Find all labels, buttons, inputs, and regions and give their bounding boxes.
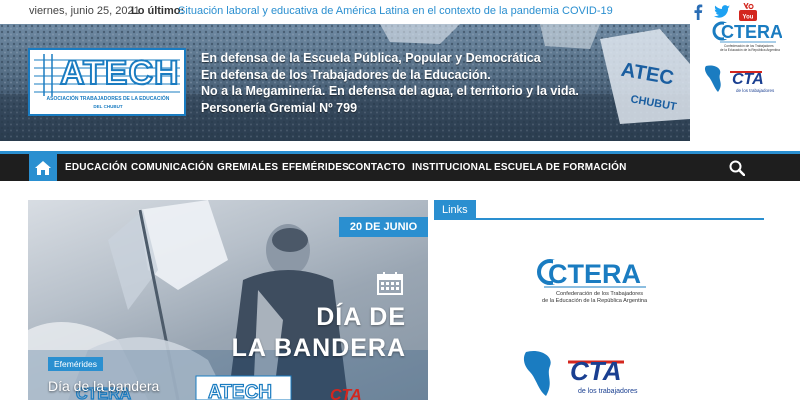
nav-item-comunicacion[interactable]: COMUNICACIÓN — [131, 162, 213, 173]
ctera-link-text: CTERA — [548, 259, 641, 289]
featured-caption[interactable]: Día de la bandera — [48, 378, 159, 394]
cta-small-sub: de los trabajadores — [736, 88, 775, 93]
home-icon — [35, 160, 51, 175]
ctera-link-sub1: Confederación de los Trabajadores — [556, 291, 643, 297]
search-icon[interactable] — [729, 160, 745, 176]
nav-item-efemerides[interactable]: EFEMÉRIDES — [282, 162, 349, 173]
motto-line: En defensa de la Escuela Pública, Popula… — [201, 51, 541, 65]
nav-item-gremiales[interactable]: GREMIALES — [217, 162, 278, 173]
footer-logo-atech: ATECH — [208, 382, 272, 400]
top-bar: viernes, junio 25, 2021 Lo último: Situa… — [0, 0, 800, 24]
motto-line: En defensa de los Trabajadores de la Edu… — [201, 67, 491, 82]
featured-title-art: DÍA DE LA BANDERA — [232, 302, 406, 364]
header-motto: En defensa de la Escuela Pública, Popula… — [201, 50, 579, 116]
logo-subtitle: ASOCIACIÓN TRABAJADORES DE LA EDUCACIÓN — [46, 96, 170, 102]
motto-line: No a la Megaminería. En defensa del agua… — [201, 84, 579, 98]
latest-label: Lo último: — [131, 5, 185, 17]
footer-logo-cta: CTA — [330, 387, 362, 400]
cta-logo-small[interactable]: CTA de los trabajadores — [704, 62, 784, 96]
atech-logo[interactable]: ATECH ASOCIACIÓN TRABAJADORES DE LA EDUC… — [28, 48, 186, 116]
facebook-icon[interactable] — [690, 3, 706, 21]
nav-item-institucional[interactable]: INSTITUCIONAL — [412, 162, 492, 173]
twitter-icon[interactable] — [714, 3, 730, 21]
cta-link-sub: de los trabajadores — [578, 388, 638, 395]
cta-logo-link[interactable]: CTA de los trabajadores — [520, 348, 660, 400]
ctera-small-text: CTERA — [721, 22, 782, 42]
links-title: Links — [434, 200, 476, 220]
date-ribbon: 20 DE JUNIO — [339, 217, 428, 237]
cta-link-text: CTA — [570, 356, 622, 386]
nav-item-educacion[interactable]: EDUCACIÓN — [65, 162, 127, 173]
current-date: viernes, junio 25, 2021 — [29, 5, 140, 17]
calendar-icon — [377, 272, 403, 295]
ctera-small-sub2: de la Educación de la República Argentin… — [720, 48, 780, 52]
nav-item-escuela-de-formacion[interactable]: ESCUELA DE FORMACIÓN — [494, 162, 627, 173]
ctera-logo-link[interactable]: CTERA Confederación de los Trabajadores … — [536, 256, 656, 308]
featured-post[interactable]: 20 DE JUNIO DÍA DE LA BANDERA CTERA ATEC… — [28, 200, 428, 400]
latest-news-link[interactable]: Situación laboral y educativa de América… — [178, 5, 613, 17]
nav-item-contacto[interactable]: CONTACTO — [348, 162, 405, 173]
home-button[interactable] — [29, 154, 57, 181]
category-badge[interactable]: Efemérides — [48, 357, 103, 371]
featured-title-line: DÍA DE — [316, 303, 406, 331]
header-banner: ATEC CHUBUT ATECH ASOCIACIÓN TRABAJADORE… — [0, 24, 690, 141]
main-nav: EDUCACIÓN COMUNICACIÓN GREMIALES EFEMÉRI… — [0, 151, 800, 181]
site-header: ATEC CHUBUT ATECH ASOCIACIÓN TRABAJADORE… — [0, 24, 800, 141]
motto-line: Personería Gremial Nº 799 — [201, 100, 358, 115]
ctera-logo-small[interactable]: CTERA Confederación de los Trabajadores … — [712, 20, 782, 54]
youtube-icon[interactable]: You — [739, 3, 757, 21]
cta-small-text: CTA — [732, 71, 764, 88]
links-widget-header: Links — [434, 200, 764, 220]
logo-text: ATECH — [59, 53, 180, 93]
ctera-link-sub2: de la Educación de la República Argentin… — [542, 298, 648, 304]
featured-title-line: LA BANDERA — [231, 334, 406, 362]
logo-subtitle-2: DEL CHUBUT — [93, 104, 123, 109]
